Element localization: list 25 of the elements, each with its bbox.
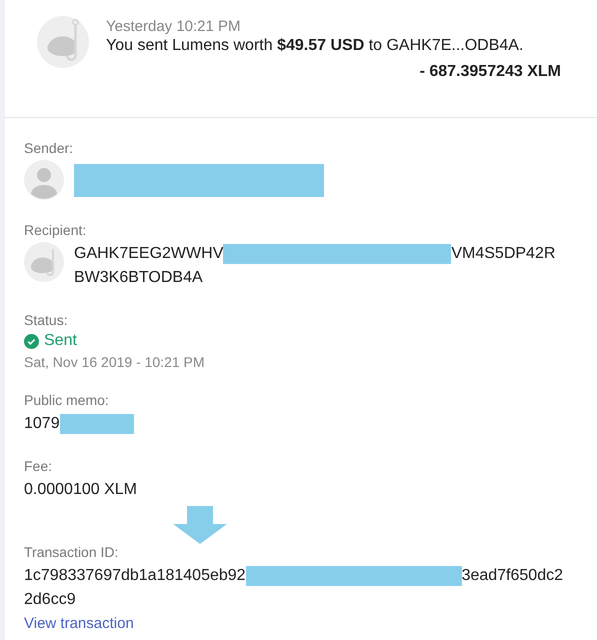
fee-value: 0.0000100 XLM: [24, 480, 138, 500]
user-avatar-icon: [24, 160, 64, 200]
field-label: Sender:: [24, 140, 74, 156]
transaction-id: 2d6cc9: [24, 590, 77, 610]
transaction-id: 1c798337697db1a181405eb92: [24, 566, 246, 586]
memo-text: 1079: [24, 414, 60, 434]
down-arrow-icon: [173, 506, 227, 544]
field-label: Status:: [24, 312, 69, 328]
field-label: Public memo:: [24, 392, 110, 408]
status-text: Sent: [44, 332, 77, 350]
transaction-summary: You sent Lumens worth $49.57 USD to GAHK7E...ODB4A.: [106, 37, 524, 55]
address-text: GAHK7EEG2WWHV: [74, 244, 224, 264]
timestamp: Yesterday 10:21 PM: [106, 18, 242, 35]
address-text: VM4S5DP42R: [451, 244, 556, 264]
check-circle-icon: [24, 334, 39, 348]
field-label: Recipient:: [24, 222, 88, 238]
robot-avatar-icon: [24, 242, 64, 282]
robot-avatar-icon: [37, 16, 89, 68]
amount: - 687.3957243 XLM: [418, 63, 561, 81]
view-transaction-link[interactable]: View transaction: [24, 615, 134, 632]
address-text: BW3K6BTODB4A: [74, 268, 204, 288]
field-label: Fee:: [24, 458, 54, 474]
field-label: Transaction ID:: [24, 544, 120, 560]
date-text: Sat, Nov 16 2019 - 10:21 PM: [24, 354, 206, 370]
transaction-id: 3ead7f650dc2: [462, 566, 563, 586]
